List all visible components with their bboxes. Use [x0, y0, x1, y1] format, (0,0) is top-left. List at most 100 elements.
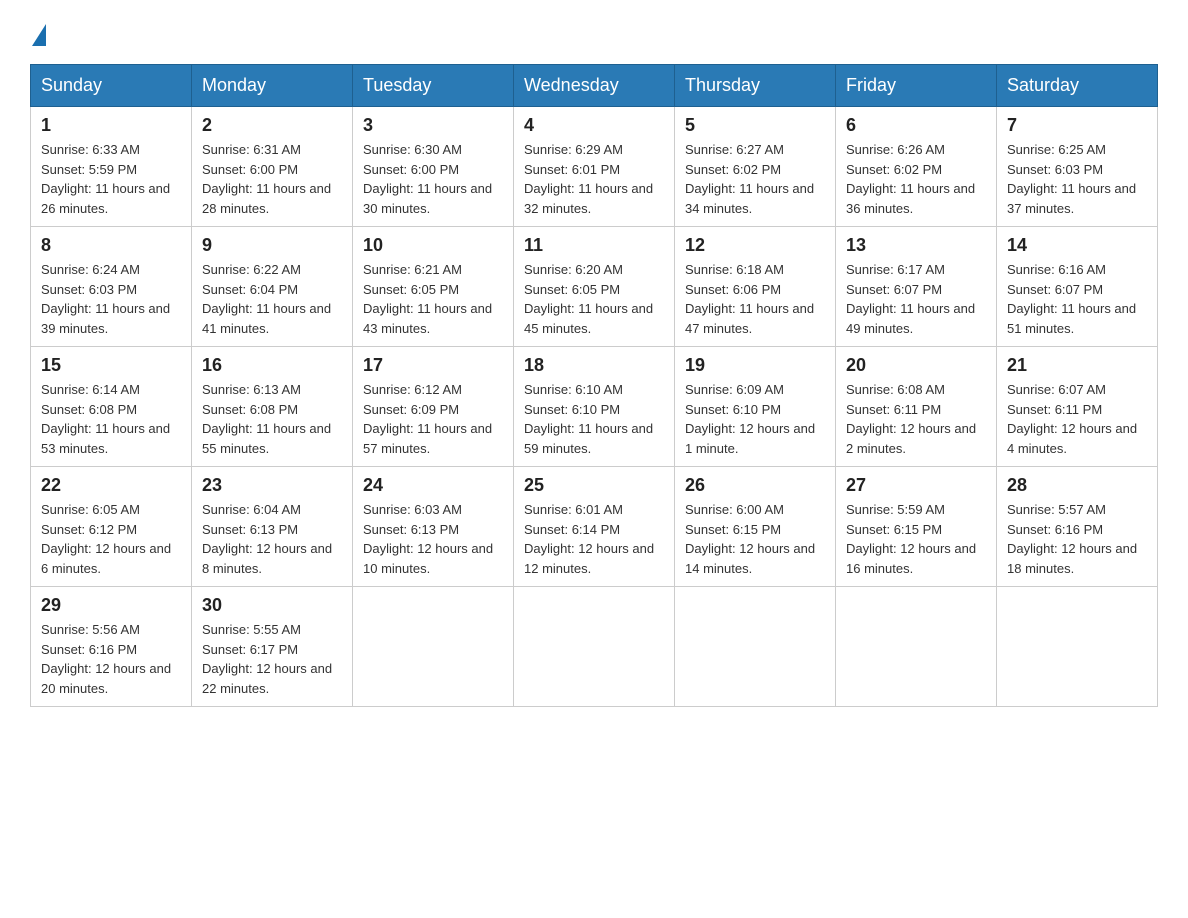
calendar-cell: 5 Sunrise: 6:27 AMSunset: 6:02 PMDaylight… [675, 107, 836, 227]
logo-triangle-icon [32, 24, 46, 46]
day-number: 13 [846, 235, 986, 256]
calendar-cell: 3 Sunrise: 6:30 AMSunset: 6:00 PMDaylight… [353, 107, 514, 227]
day-number: 10 [363, 235, 503, 256]
day-info: Sunrise: 6:26 AMSunset: 6:02 PMDaylight:… [846, 140, 986, 218]
day-number: 23 [202, 475, 342, 496]
day-number: 6 [846, 115, 986, 136]
calendar-table: SundayMondayTuesdayWednesdayThursdayFrid… [30, 64, 1158, 707]
calendar-cell: 8 Sunrise: 6:24 AMSunset: 6:03 PMDaylight… [31, 227, 192, 347]
week-row-2: 8 Sunrise: 6:24 AMSunset: 6:03 PMDaylight… [31, 227, 1158, 347]
day-info: Sunrise: 6:29 AMSunset: 6:01 PMDaylight:… [524, 140, 664, 218]
calendar-cell: 19Sunrise: 6:09 AMSunset: 6:10 PMDayligh… [675, 347, 836, 467]
day-info: Sunrise: 6:25 AMSunset: 6:03 PMDaylight:… [1007, 140, 1147, 218]
day-info: Sunrise: 6:00 AMSunset: 6:15 PMDaylight:… [685, 500, 825, 578]
column-header-friday: Friday [836, 65, 997, 107]
calendar-cell: 10 Sunrise: 6:21 AMSunset: 6:05 PMDayligh… [353, 227, 514, 347]
calendar-cell: 25 Sunrise: 6:01 AMSunset: 6:14 PMDayligh… [514, 467, 675, 587]
calendar-cell: 17 Sunrise: 6:12 AMSunset: 6:09 PMDayligh… [353, 347, 514, 467]
day-number: 20 [846, 355, 986, 376]
calendar-cell: 27 Sunrise: 5:59 AMSunset: 6:15 PMDayligh… [836, 467, 997, 587]
day-info: Sunrise: 6:17 AMSunset: 6:07 PMDaylight:… [846, 260, 986, 338]
day-info: Sunrise: 6:12 AMSunset: 6:09 PMDaylight:… [363, 380, 503, 458]
day-info: Sunrise: 5:59 AMSunset: 6:15 PMDaylight:… [846, 500, 986, 578]
day-number: 19 [685, 355, 825, 376]
day-number: 11 [524, 235, 664, 256]
day-number: 7 [1007, 115, 1147, 136]
day-info: Sunrise: 5:57 AMSunset: 6:16 PMDaylight:… [1007, 500, 1147, 578]
calendar-cell: 21 Sunrise: 6:07 AMSunset: 6:11 PMDayligh… [997, 347, 1158, 467]
calendar-cell: 2 Sunrise: 6:31 AMSunset: 6:00 PMDaylight… [192, 107, 353, 227]
calendar-cell: 7 Sunrise: 6:25 AMSunset: 6:03 PMDaylight… [997, 107, 1158, 227]
day-info: Sunrise: 6:31 AMSunset: 6:00 PMDaylight:… [202, 140, 342, 218]
calendar-cell: 22 Sunrise: 6:05 AMSunset: 6:12 PMDayligh… [31, 467, 192, 587]
day-number: 18 [524, 355, 664, 376]
day-number: 21 [1007, 355, 1147, 376]
day-number: 8 [41, 235, 181, 256]
calendar-cell [675, 587, 836, 707]
day-number: 9 [202, 235, 342, 256]
day-number: 29 [41, 595, 181, 616]
calendar-cell: 24 Sunrise: 6:03 AMSunset: 6:13 PMDayligh… [353, 467, 514, 587]
day-number: 27 [846, 475, 986, 496]
logo [30, 20, 46, 46]
day-number: 14 [1007, 235, 1147, 256]
calendar-cell: 26 Sunrise: 6:00 AMSunset: 6:15 PMDayligh… [675, 467, 836, 587]
day-info: Sunrise: 6:33 AMSunset: 5:59 PMDaylight:… [41, 140, 181, 218]
day-number: 2 [202, 115, 342, 136]
day-info: Sunrise: 6:18 AMSunset: 6:06 PMDaylight:… [685, 260, 825, 338]
calendar-cell [353, 587, 514, 707]
column-header-thursday: Thursday [675, 65, 836, 107]
week-row-3: 15Sunrise: 6:14 AMSunset: 6:08 PMDayligh… [31, 347, 1158, 467]
day-number: 12 [685, 235, 825, 256]
calendar-cell: 30 Sunrise: 5:55 AMSunset: 6:17 PMDayligh… [192, 587, 353, 707]
calendar-cell [514, 587, 675, 707]
day-number: 25 [524, 475, 664, 496]
calendar-cell: 11 Sunrise: 6:20 AMSunset: 6:05 PMDayligh… [514, 227, 675, 347]
week-row-5: 29Sunrise: 5:56 AMSunset: 6:16 PMDayligh… [31, 587, 1158, 707]
day-number: 1 [41, 115, 181, 136]
day-info: Sunrise: 6:04 AMSunset: 6:13 PMDaylight:… [202, 500, 342, 578]
column-header-monday: Monday [192, 65, 353, 107]
column-header-wednesday: Wednesday [514, 65, 675, 107]
day-info: Sunrise: 6:10 AMSunset: 6:10 PMDaylight:… [524, 380, 664, 458]
day-info: Sunrise: 6:03 AMSunset: 6:13 PMDaylight:… [363, 500, 503, 578]
day-number: 28 [1007, 475, 1147, 496]
column-header-sunday: Sunday [31, 65, 192, 107]
day-info: Sunrise: 6:20 AMSunset: 6:05 PMDaylight:… [524, 260, 664, 338]
calendar-cell: 4 Sunrise: 6:29 AMSunset: 6:01 PMDaylight… [514, 107, 675, 227]
calendar-cell: 20Sunrise: 6:08 AMSunset: 6:11 PMDayligh… [836, 347, 997, 467]
day-info: Sunrise: 6:05 AMSunset: 6:12 PMDaylight:… [41, 500, 181, 578]
day-info: Sunrise: 6:27 AMSunset: 6:02 PMDaylight:… [685, 140, 825, 218]
day-info: Sunrise: 6:07 AMSunset: 6:11 PMDaylight:… [1007, 380, 1147, 458]
day-info: Sunrise: 6:22 AMSunset: 6:04 PMDaylight:… [202, 260, 342, 338]
calendar-cell: 14 Sunrise: 6:16 AMSunset: 6:07 PMDayligh… [997, 227, 1158, 347]
day-info: Sunrise: 6:24 AMSunset: 6:03 PMDaylight:… [41, 260, 181, 338]
day-number: 24 [363, 475, 503, 496]
day-number: 4 [524, 115, 664, 136]
day-info: Sunrise: 6:21 AMSunset: 6:05 PMDaylight:… [363, 260, 503, 338]
calendar-cell: 15Sunrise: 6:14 AMSunset: 6:08 PMDayligh… [31, 347, 192, 467]
day-number: 26 [685, 475, 825, 496]
day-info: Sunrise: 5:55 AMSunset: 6:17 PMDaylight:… [202, 620, 342, 698]
calendar-cell: 16 Sunrise: 6:13 AMSunset: 6:08 PMDayligh… [192, 347, 353, 467]
day-info: Sunrise: 6:16 AMSunset: 6:07 PMDaylight:… [1007, 260, 1147, 338]
calendar-cell: 23 Sunrise: 6:04 AMSunset: 6:13 PMDayligh… [192, 467, 353, 587]
calendar-header-row: SundayMondayTuesdayWednesdayThursdayFrid… [31, 65, 1158, 107]
day-number: 22 [41, 475, 181, 496]
calendar-cell: 12 Sunrise: 6:18 AMSunset: 6:06 PMDayligh… [675, 227, 836, 347]
day-info: Sunrise: 6:30 AMSunset: 6:00 PMDaylight:… [363, 140, 503, 218]
calendar-cell [997, 587, 1158, 707]
calendar-cell: 1 Sunrise: 6:33 AMSunset: 5:59 PMDaylight… [31, 107, 192, 227]
column-header-saturday: Saturday [997, 65, 1158, 107]
day-number: 5 [685, 115, 825, 136]
week-row-4: 22 Sunrise: 6:05 AMSunset: 6:12 PMDayligh… [31, 467, 1158, 587]
day-number: 3 [363, 115, 503, 136]
day-info: Sunrise: 6:01 AMSunset: 6:14 PMDaylight:… [524, 500, 664, 578]
day-number: 17 [363, 355, 503, 376]
day-info: Sunrise: 6:13 AMSunset: 6:08 PMDaylight:… [202, 380, 342, 458]
day-number: 16 [202, 355, 342, 376]
calendar-cell: 18 Sunrise: 6:10 AMSunset: 6:10 PMDayligh… [514, 347, 675, 467]
day-number: 15 [41, 355, 181, 376]
column-header-tuesday: Tuesday [353, 65, 514, 107]
day-number: 30 [202, 595, 342, 616]
